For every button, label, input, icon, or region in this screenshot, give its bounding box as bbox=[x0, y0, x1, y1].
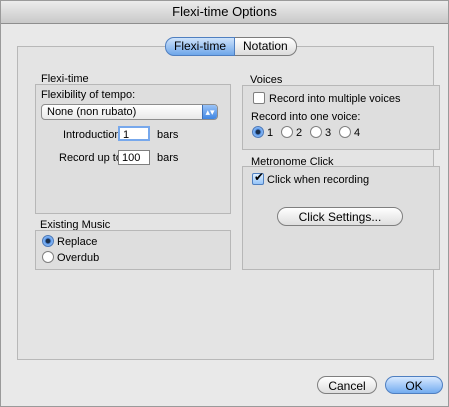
voice-radio-1[interactable] bbox=[252, 126, 264, 138]
click-settings-button[interactable]: Click Settings... bbox=[277, 207, 403, 226]
record-up-to-unit: bars bbox=[157, 152, 179, 164]
tab-flexi-time[interactable]: Flexi-time bbox=[165, 37, 236, 56]
tab-bar: Flexi-time Notation bbox=[165, 37, 297, 56]
click-when-recording-label: Click when recording bbox=[267, 174, 370, 186]
tab-notation[interactable]: Notation bbox=[235, 37, 297, 56]
cancel-button[interactable]: Cancel bbox=[317, 376, 377, 394]
overdub-label: Overdub bbox=[57, 252, 100, 264]
record-multiple-voices-checkbox[interactable] bbox=[253, 92, 265, 104]
record-multiple-voices-label: Record into multiple voices bbox=[269, 93, 401, 105]
replace-label: Replace bbox=[57, 236, 98, 248]
voice-radio-3[interactable] bbox=[310, 126, 322, 138]
introduction-label: Introduction bbox=[63, 129, 121, 141]
click-when-recording-checkbox[interactable] bbox=[252, 170, 264, 185]
voice-radio-2[interactable] bbox=[281, 126, 293, 138]
voice-label-4: 4 bbox=[354, 127, 361, 139]
window-title: Flexi-time Options bbox=[1, 1, 448, 24]
voice-label-1: 1 bbox=[267, 127, 274, 139]
flexibility-label: Flexibility of tempo: bbox=[41, 89, 136, 101]
record-up-to-label: Record up to bbox=[59, 152, 122, 164]
voice-label-2: 2 bbox=[296, 127, 303, 139]
ok-button[interactable]: OK bbox=[385, 376, 443, 394]
introduction-field[interactable]: 1 bbox=[118, 126, 150, 141]
voice-label-3: 3 bbox=[325, 127, 332, 139]
voice-radio-4[interactable] bbox=[339, 126, 351, 138]
popup-arrows-icon: ▴▾ bbox=[202, 105, 217, 119]
record-one-voice-label: Record into one voice: bbox=[251, 111, 361, 123]
replace-radio[interactable] bbox=[42, 235, 54, 247]
record-up-to-field[interactable]: 100 bbox=[118, 150, 150, 165]
introduction-unit: bars bbox=[157, 129, 179, 141]
flexibility-value: None (non rubato) bbox=[47, 106, 137, 118]
flexi-time-options-dialog: Flexi-time Options Flexi-time Notation F… bbox=[0, 0, 449, 407]
overdub-radio[interactable] bbox=[42, 251, 54, 263]
flexibility-popup[interactable]: None (non rubato) ▴▾ bbox=[41, 104, 218, 120]
